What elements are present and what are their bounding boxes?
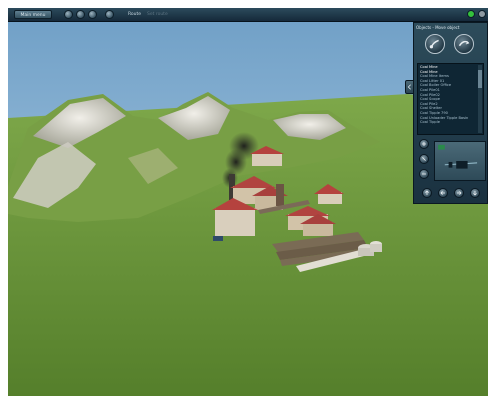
- route-sublabel: Set route: [147, 12, 168, 17]
- objects-panel: Objects - Move object Coal Mine Coal Min…: [413, 22, 488, 204]
- up-arrow-icon: [425, 190, 429, 195]
- gear-icon[interactable]: [64, 10, 73, 19]
- left-arrow-icon: [440, 191, 445, 195]
- object-icon: [458, 40, 470, 47]
- down-arrow-icon: [473, 191, 477, 196]
- status-gray-light[interactable]: [478, 10, 486, 18]
- game-viewport[interactable]: Main menu Route Set route Objects - Move…: [8, 8, 488, 396]
- add-button[interactable]: [419, 139, 429, 149]
- camera-icon[interactable]: [105, 10, 114, 19]
- minus-icon: [422, 173, 426, 175]
- nav-button-3[interactable]: [454, 188, 464, 198]
- rotate-button[interactable]: [419, 154, 429, 164]
- list-scrollbar[interactable]: [478, 65, 482, 133]
- scrollbar-thumb[interactable]: [478, 70, 482, 88]
- rotate-icon: [422, 157, 426, 161]
- top-toolbar: Main menu Route Set route: [8, 8, 488, 22]
- object-tool-button[interactable]: [454, 34, 474, 54]
- brush-tool-button[interactable]: [425, 34, 445, 54]
- collapse-arrow-icon: [407, 84, 411, 90]
- vehicle[interactable]: [213, 236, 223, 241]
- preview-graphic: [438, 144, 478, 169]
- right-arrow-icon: [457, 191, 462, 195]
- nav-button-2[interactable]: [438, 188, 448, 198]
- remove-button[interactable]: [419, 169, 429, 179]
- nav-button-1[interactable]: [422, 188, 432, 198]
- status-green-light[interactable]: [467, 10, 475, 18]
- nav-button-4[interactable]: [470, 188, 480, 198]
- list-item[interactable]: Coal Tipple: [420, 120, 478, 125]
- undo-icon[interactable]: [88, 10, 97, 19]
- plus-icon: [422, 142, 426, 146]
- main-menu-button[interactable]: Main menu: [14, 10, 52, 19]
- panel-header: Objects - Move object: [416, 25, 460, 30]
- arrow-icon[interactable]: [76, 10, 85, 19]
- route-label[interactable]: Route: [128, 10, 141, 19]
- object-preview[interactable]: [434, 141, 486, 181]
- brush-icon: [429, 39, 439, 49]
- object-list[interactable]: Coal Mine Coal Mine Coal Mine Items Coal…: [417, 63, 484, 135]
